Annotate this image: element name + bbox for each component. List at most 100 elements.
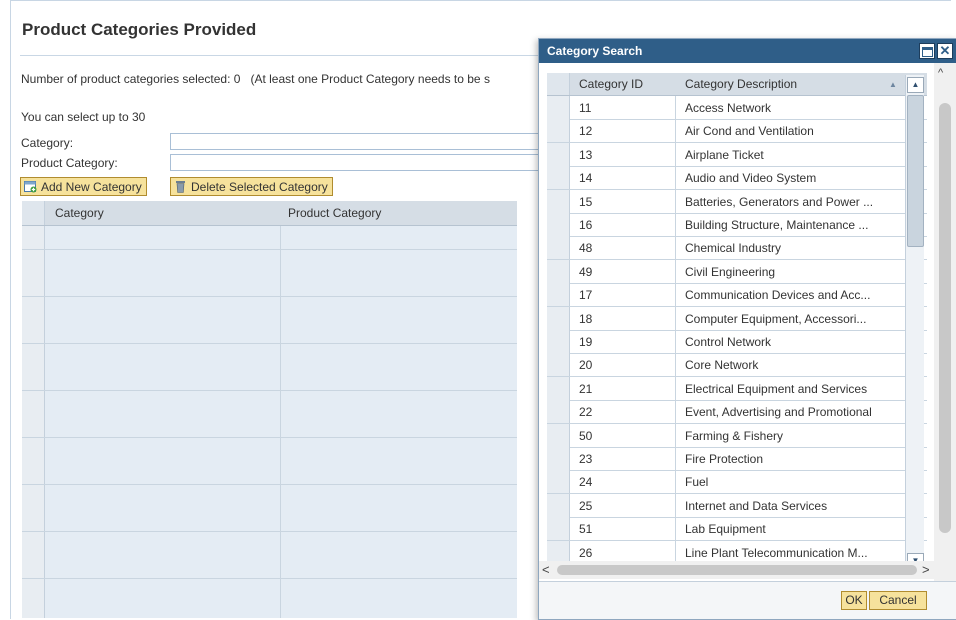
row-selector[interactable] (22, 602, 45, 618)
list-item[interactable]: 19 Control Network (547, 330, 927, 354)
list-item[interactable]: 24 Fuel (547, 470, 927, 495)
scroll-thumb[interactable] (907, 95, 924, 247)
list-item[interactable]: 13 Airplane Ticket (547, 142, 927, 167)
row-selector[interactable] (547, 470, 570, 494)
product-category-cell[interactable] (281, 578, 517, 602)
list-item[interactable]: 23 Fire Protection (547, 447, 927, 471)
row-selector[interactable] (547, 353, 570, 377)
product-category-cell[interactable] (281, 249, 517, 273)
product-category-cell[interactable] (281, 296, 517, 320)
category-cell[interactable] (45, 461, 281, 484)
table-row[interactable] (22, 461, 517, 485)
table-row[interactable] (22, 390, 517, 415)
row-selector[interactable] (22, 578, 45, 602)
row-selector[interactable] (547, 330, 570, 353)
chevron-left-icon[interactable]: < (542, 562, 550, 577)
cancel-button[interactable]: Cancel (869, 591, 927, 610)
row-selector[interactable] (547, 119, 570, 143)
category-cell[interactable] (45, 602, 281, 618)
column-header-category[interactable]: Category (55, 206, 104, 220)
list-item[interactable]: 20 Core Network (547, 353, 927, 378)
add-category-button[interactable]: Add New Category (20, 177, 147, 196)
product-category-cell[interactable] (281, 484, 517, 508)
chevron-up-icon[interactable]: ^ (938, 67, 943, 79)
select-all-cell[interactable] (22, 201, 45, 225)
row-selector[interactable] (22, 508, 45, 531)
row-selector[interactable] (547, 447, 570, 470)
row-selector[interactable] (22, 437, 45, 461)
category-cell[interactable] (45, 555, 281, 578)
table-row[interactable] (22, 508, 517, 532)
row-selector[interactable] (22, 461, 45, 484)
category-cell[interactable] (45, 414, 281, 437)
list-item[interactable]: 14 Audio and Video System (547, 166, 927, 191)
row-selector[interactable] (547, 540, 570, 563)
table-row[interactable] (22, 602, 517, 618)
dialog-hscroll-thumb[interactable] (557, 565, 917, 575)
row-selector[interactable] (22, 531, 45, 555)
row-selector[interactable] (547, 517, 570, 541)
list-item[interactable]: 11 Access Network (547, 96, 927, 120)
row-selector[interactable] (22, 273, 45, 296)
select-all-cell[interactable] (547, 73, 570, 95)
ok-button[interactable]: OK (841, 591, 867, 610)
row-selector[interactable] (22, 555, 45, 578)
category-cell[interactable] (45, 508, 281, 531)
product-category-cell[interactable] (281, 367, 517, 390)
table-row[interactable] (22, 484, 517, 509)
list-item[interactable]: 12 Air Cond and Ventilation (547, 119, 927, 144)
column-header-category-id[interactable]: Category ID (579, 77, 643, 91)
table-row[interactable] (22, 578, 517, 603)
delete-category-button[interactable]: Delete Selected Category (170, 177, 333, 196)
row-selector[interactable] (22, 249, 45, 273)
list-item[interactable]: 21 Electrical Equipment and Services (547, 376, 927, 401)
sort-ascending-icon[interactable]: ▲ (889, 80, 897, 89)
list-item[interactable]: 22 Event, Advertising and Promotional (547, 400, 927, 425)
table-row[interactable] (22, 296, 517, 321)
list-item[interactable]: 25 Internet and Data Services (547, 493, 927, 518)
dialog-vertical-scrollbar[interactable]: ^ v (934, 63, 956, 591)
row-selector[interactable] (22, 484, 45, 508)
category-input[interactable] (170, 133, 542, 150)
dialog-horizontal-scrollbar[interactable]: < > (539, 561, 935, 579)
list-item[interactable]: 26 Line Plant Telecommunication M... (547, 540, 927, 563)
row-selector[interactable] (547, 166, 570, 190)
table-row[interactable] (22, 249, 517, 274)
row-selector[interactable] (547, 236, 570, 260)
table-row[interactable] (22, 273, 517, 297)
list-item[interactable]: 49 Civil Engineering (547, 259, 927, 284)
category-cell[interactable] (45, 578, 281, 602)
table-row[interactable] (22, 437, 517, 462)
list-item[interactable]: 50 Farming & Fishery (547, 423, 927, 448)
table-row[interactable] (22, 320, 517, 344)
category-cell[interactable] (45, 226, 281, 249)
row-selector[interactable] (22, 226, 45, 249)
category-cell[interactable] (45, 437, 281, 461)
category-cell[interactable] (45, 273, 281, 296)
product-category-cell[interactable] (281, 226, 517, 249)
category-cell[interactable] (45, 531, 281, 555)
row-selector[interactable] (547, 423, 570, 447)
product-category-cell[interactable] (281, 555, 517, 578)
list-item[interactable]: 16 Building Structure, Maintenance ... (547, 213, 927, 237)
category-cell[interactable] (45, 367, 281, 390)
table-row[interactable] (22, 343, 517, 368)
product-category-cell[interactable] (281, 414, 517, 437)
column-header-category-description[interactable]: Category Description (685, 77, 797, 91)
row-selector[interactable] (547, 259, 570, 283)
category-cell[interactable] (45, 296, 281, 320)
row-selector[interactable] (547, 142, 570, 166)
list-item[interactable]: 15 Batteries, Generators and Power ... (547, 189, 927, 214)
product-category-input[interactable] (170, 154, 542, 171)
product-category-cell[interactable] (281, 461, 517, 484)
scroll-up-icon[interactable]: ▲ (907, 77, 924, 93)
category-cell[interactable] (45, 249, 281, 273)
row-selector[interactable] (547, 213, 570, 236)
category-cell[interactable] (45, 390, 281, 414)
product-category-cell[interactable] (281, 602, 517, 618)
product-category-cell[interactable] (281, 343, 517, 367)
row-selector[interactable] (547, 376, 570, 400)
list-item[interactable]: 51 Lab Equipment (547, 517, 927, 542)
product-category-cell[interactable] (281, 320, 517, 343)
row-selector[interactable] (547, 283, 570, 307)
